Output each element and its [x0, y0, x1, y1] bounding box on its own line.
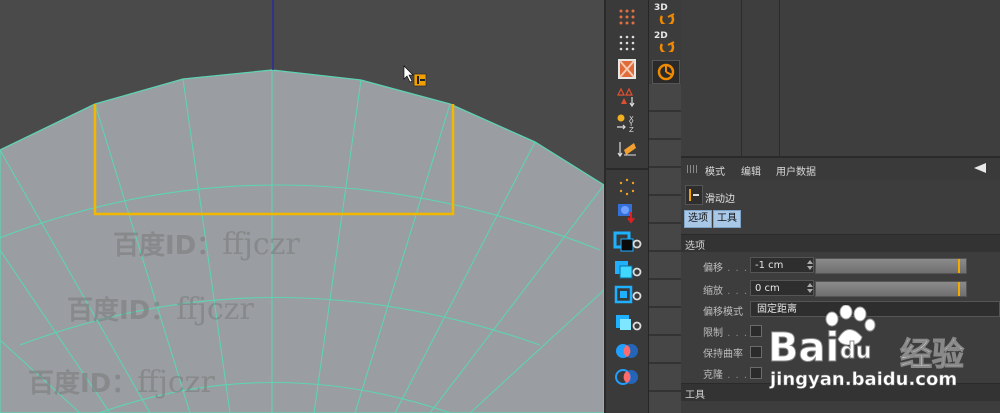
scale-slider-handle[interactable]	[958, 282, 960, 296]
mesh-disc[interactable]	[0, 0, 604, 413]
edges-grid-icon[interactable]	[612, 32, 642, 54]
snap-options-strip[interactable]	[649, 84, 681, 413]
section-options[interactable]: 选项	[681, 234, 1000, 252]
tool-title: 滑动边	[705, 194, 735, 205]
extrude-icon[interactable]	[612, 312, 642, 334]
watermark-line: 百度ID：ffjczr	[28, 365, 215, 400]
offset-slider-handle[interactable]	[958, 259, 960, 273]
boolean-icon[interactable]	[612, 340, 642, 362]
watermark-line: 百度ID：ffjczr	[113, 227, 300, 262]
preserve-curvature-checkbox[interactable]	[750, 346, 762, 358]
menu-mode[interactable]: 模式	[705, 163, 725, 178]
object-manager[interactable]	[681, 0, 1000, 156]
2d-label: 2D	[654, 31, 668, 41]
menu-user-data[interactable]: 用户数据	[776, 163, 816, 178]
svg-text:Z: Z	[629, 126, 634, 134]
menu-edit[interactable]: 编辑	[741, 163, 761, 178]
scale-spinner[interactable]	[807, 280, 813, 296]
scale-slider[interactable]	[815, 281, 967, 297]
offset-mode-label: 偏移模式	[703, 307, 743, 318]
offset-field[interactable]: -1 cm	[750, 257, 814, 273]
bevel-icon[interactable]	[612, 202, 642, 224]
limit-label: 限制 . . .	[703, 328, 749, 339]
offset-slider[interactable]	[815, 258, 967, 274]
mode-palette: 3D 2D	[648, 0, 682, 413]
baidu-url: jingyan.baidu.com	[770, 369, 958, 391]
symmetry-icon[interactable]	[612, 284, 642, 306]
preserve-curvature-label: 保持曲率	[703, 349, 743, 360]
scale-label: 缩放 . . .	[703, 286, 749, 297]
baidu-du-text: du	[839, 339, 872, 365]
slide-edge-tool-icon	[685, 185, 703, 205]
offset-label: 偏移 . . .	[703, 263, 749, 274]
3d-label: 3D	[654, 3, 668, 13]
scale-field[interactable]: 0 cm	[750, 280, 814, 296]
move-axis-icon[interactable]: XYZ	[612, 112, 642, 134]
grip-icon[interactable]	[687, 165, 697, 173]
offset-spinner[interactable]	[807, 257, 813, 273]
clone-checkbox[interactable]	[750, 367, 762, 379]
viewport[interactable]: 百度ID：ffjczr 百度ID：ffjczr 百度ID：ffjczr	[0, 0, 604, 413]
tab-options[interactable]: 选项	[684, 210, 712, 228]
tool-palette: XYZ	[604, 0, 650, 413]
bend-icon[interactable]	[612, 230, 642, 252]
clone-label: 克隆 . . .	[703, 370, 749, 381]
snap-icon[interactable]	[612, 138, 642, 160]
watermark-line: 百度ID：ffjczr	[67, 292, 254, 327]
points-mode-icon[interactable]	[612, 6, 642, 28]
snap-settings-icon[interactable]	[652, 60, 680, 84]
texture-tag-icon[interactable]	[612, 58, 642, 80]
baidu-text: Bai	[767, 325, 840, 372]
twist-icon[interactable]	[612, 258, 642, 280]
boolean-subtract-icon[interactable]	[612, 366, 642, 388]
limit-checkbox[interactable]	[750, 325, 762, 337]
tab-tools[interactable]: 工具	[713, 210, 741, 228]
attribute-menubar: 模式 编辑 用户数据	[681, 158, 1000, 180]
cursor-icon	[403, 65, 427, 87]
cube-icon[interactable]	[612, 176, 642, 198]
axis-icon[interactable]	[612, 86, 642, 108]
back-arrow-icon[interactable]	[974, 163, 986, 173]
baidu-jingyan-logo: Bai du 经验 jingyan.baidu.com	[767, 305, 1000, 395]
